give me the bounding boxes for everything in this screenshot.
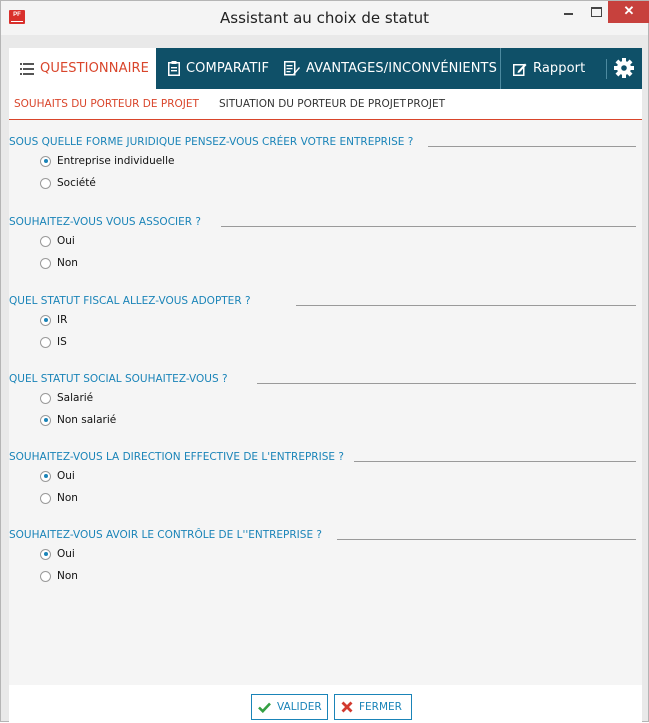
option-label: Non salarié — [57, 414, 117, 426]
radio-option[interactable]: Salarié — [40, 390, 93, 406]
tab-comparatif[interactable]: COMPARATIF — [168, 48, 269, 89]
question-title: SOUHAITEZ-VOUS AVOIR LE CONTRÔLE DE L''E… — [9, 529, 322, 541]
radio-option[interactable]: Oui — [40, 546, 75, 562]
question-divider — [354, 461, 636, 462]
maximize-button[interactable] — [581, 1, 611, 23]
radio-selected-icon — [40, 548, 51, 560]
option-label: Non — [57, 570, 78, 582]
radio-selected-icon — [40, 155, 51, 167]
radio-unselected-icon — [40, 336, 51, 348]
question-divider — [221, 226, 636, 227]
radio-option[interactable]: Oui — [40, 233, 75, 249]
settings-separator — [606, 59, 607, 79]
question-divider — [296, 305, 636, 306]
subtab-projet[interactable]: PROJET — [407, 98, 445, 110]
tab-avantages-inconvenients[interactable]: AVANTAGES/INCONVÉNIENTS — [284, 48, 497, 89]
option-label: Oui — [57, 548, 75, 560]
radio-selected-icon — [40, 470, 51, 482]
rapport-button[interactable]: Rapport — [513, 48, 585, 89]
radio-option[interactable]: Non — [40, 490, 78, 506]
close-window-button[interactable]: ✕ — [608, 1, 649, 23]
radio-option[interactable]: Non — [40, 255, 78, 271]
main-tab-bar: QUESTIONNAIRE COMPARATIF AVANTAGES/INCON… — [9, 48, 642, 89]
footer-bar: VALIDER FERMER — [9, 685, 642, 723]
question-title: SOUHAITEZ-VOUS LA DIRECTION EFFECTIVE DE… — [9, 451, 344, 463]
radio-selected-icon — [40, 414, 51, 426]
option-label: Non — [57, 257, 78, 269]
radio-option[interactable]: IR — [40, 312, 67, 328]
question-divider — [428, 146, 636, 147]
subtab-situation[interactable]: SITUATION DU PORTEUR DE PROJET — [219, 98, 406, 110]
question-divider — [337, 539, 636, 540]
minimize-icon — [563, 13, 573, 15]
tab-questionnaire[interactable]: QUESTIONNAIRE — [9, 48, 156, 89]
tab-avantages-label: AVANTAGES/INCONVÉNIENTS — [306, 61, 497, 76]
checkmark-icon — [258, 702, 271, 713]
assistant-window: PF Assistant au choix de statut ✕ QUESTI… — [0, 0, 649, 723]
question-title: SOUHAITEZ-VOUS VOUS ASSOCIER ? — [9, 216, 201, 228]
question-divider — [257, 383, 636, 384]
valider-label: VALIDER — [277, 701, 322, 713]
close-x-icon — [341, 701, 353, 713]
tab-comparatif-label: COMPARATIF — [186, 61, 270, 76]
radio-unselected-icon — [40, 235, 51, 247]
tab-separator — [500, 48, 501, 89]
radio-selected-icon — [40, 314, 51, 326]
settings-button[interactable] — [614, 58, 634, 83]
option-label: Salarié — [57, 392, 94, 404]
option-label: Entreprise individuelle — [57, 155, 175, 167]
close-icon: ✕ — [623, 3, 635, 18]
fermer-button[interactable]: FERMER — [334, 694, 412, 720]
rapport-label: Rapport — [533, 61, 586, 76]
question-title: QUEL STATUT FISCAL ALLEZ-VOUS ADOPTER ? — [9, 295, 251, 307]
radio-unselected-icon — [40, 392, 51, 404]
radio-unselected-icon — [40, 570, 51, 582]
option-label: Société — [57, 177, 96, 189]
option-label: IS — [57, 336, 67, 348]
radio-option[interactable]: Non — [40, 568, 78, 584]
option-label: Oui — [57, 470, 75, 482]
fermer-label: FERMER — [359, 701, 402, 713]
radio-option[interactable]: Oui — [40, 468, 75, 484]
radio-unselected-icon — [40, 257, 51, 269]
radio-unselected-icon — [40, 177, 51, 189]
edit-document-icon — [284, 61, 300, 76]
option-label: Non — [57, 492, 78, 504]
clipboard-icon — [168, 61, 180, 76]
maximize-icon — [590, 7, 602, 17]
title-bar[interactable]: PF Assistant au choix de statut ✕ — [1, 1, 649, 35]
questionnaire-content: SOUS QUELLE FORME JURIDIQUE PENSEZ-VOUS … — [9, 120, 642, 685]
radio-option[interactable]: Entreprise individuelle — [40, 153, 174, 169]
option-label: IR — [57, 314, 68, 326]
radio-option[interactable]: Société — [40, 175, 96, 191]
question-title: QUEL STATUT SOCIAL SOUHAITEZ-VOUS ? — [9, 373, 228, 385]
subtab-souhaits[interactable]: SOUHAITS DU PORTEUR DE PROJET — [14, 98, 199, 110]
sub-tab-bar: SOUHAITS DU PORTEUR DE PROJET SITUATION … — [9, 89, 642, 120]
radio-option[interactable]: Non salarié — [40, 412, 116, 428]
radio-option[interactable]: IS — [40, 334, 67, 350]
list-icon — [20, 62, 34, 75]
valider-button[interactable]: VALIDER — [251, 694, 328, 720]
option-label: Oui — [57, 235, 75, 247]
radio-unselected-icon — [40, 492, 51, 504]
edit-icon — [513, 63, 527, 76]
question-title: SOUS QUELLE FORME JURIDIQUE PENSEZ-VOUS … — [9, 136, 414, 148]
minimize-button[interactable] — [553, 1, 583, 23]
tab-questionnaire-label: QUESTIONNAIRE — [40, 61, 149, 76]
window-title: Assistant au choix de statut — [220, 9, 429, 27]
gear-icon — [614, 58, 634, 78]
